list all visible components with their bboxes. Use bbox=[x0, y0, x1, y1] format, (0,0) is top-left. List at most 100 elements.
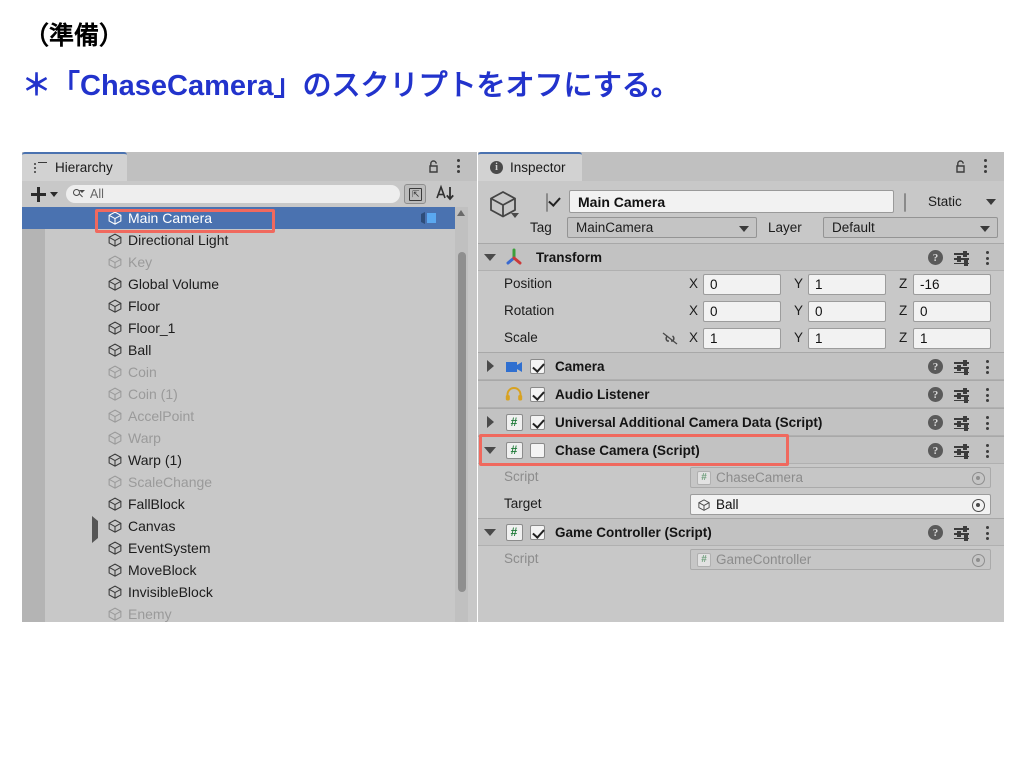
component-header-chase-camera-script[interactable]: # Chase Camera (Script)? bbox=[478, 436, 1004, 464]
hierarchy-item-directional-light[interactable]: Directional Light bbox=[22, 229, 455, 251]
hierarchy-item-invisibleblock[interactable]: InvisibleBlock bbox=[22, 581, 455, 603]
component-enable-checkbox-universal-additional-camera-data-script[interactable] bbox=[530, 414, 545, 430]
hierarchy-item-moveblock[interactable]: MoveBlock bbox=[22, 559, 455, 581]
kebab-menu-icon[interactable] bbox=[980, 387, 994, 403]
object-picker-icon[interactable] bbox=[972, 554, 985, 567]
component-enable-checkbox-game-controller-script[interactable] bbox=[530, 524, 545, 540]
component-header-transform[interactable]: Transform? bbox=[478, 243, 1004, 271]
hierarchy-item-accelpoint[interactable]: AccelPoint bbox=[22, 405, 455, 427]
help-icon[interactable]: ? bbox=[928, 359, 943, 374]
component-enable-checkbox-audio-listener[interactable] bbox=[530, 386, 545, 402]
help-icon[interactable]: ? bbox=[928, 525, 943, 540]
object-field-script[interactable]: # ChaseCamera bbox=[690, 467, 991, 488]
hierarchy-item-coin-1[interactable]: Coin (1) bbox=[22, 383, 455, 405]
hierarchy-item-global-volume[interactable]: Global Volume bbox=[22, 273, 455, 295]
kebab-menu-icon[interactable] bbox=[980, 359, 994, 375]
hierarchy-item-canvas[interactable]: Canvas bbox=[22, 515, 455, 543]
static-label: Static bbox=[928, 194, 962, 209]
gameobject-name-field[interactable]: Main Camera bbox=[569, 190, 894, 213]
static-checkbox[interactable] bbox=[904, 193, 906, 212]
tab-inspector[interactable]: i Inspector bbox=[478, 152, 582, 181]
kebab-menu-icon[interactable] bbox=[451, 159, 465, 174]
scrollbar-thumb[interactable] bbox=[457, 252, 466, 592]
chevron-down-icon[interactable] bbox=[986, 199, 996, 205]
component-header-game-controller-script[interactable]: # Game Controller (Script)? bbox=[478, 518, 1004, 546]
component-header-camera[interactable]: Camera? bbox=[478, 352, 1004, 380]
field-scale-z[interactable]: 1 bbox=[913, 328, 991, 349]
field-position-y[interactable]: 1 bbox=[808, 274, 886, 295]
create-object-button[interactable] bbox=[22, 181, 66, 207]
tag-dropdown[interactable]: MainCamera bbox=[567, 217, 757, 238]
field-position-z[interactable]: -16 bbox=[913, 274, 991, 295]
hierarchy-item-main-camera[interactable]: Main Camera bbox=[22, 207, 455, 229]
expand-arrow-icon[interactable] bbox=[478, 360, 502, 372]
help-icon[interactable]: ? bbox=[928, 387, 943, 402]
axis-label-x: X bbox=[689, 303, 699, 318]
hierarchy-item-warp[interactable]: Warp bbox=[22, 427, 455, 449]
hierarchy-item-warp-1[interactable]: Warp (1) bbox=[22, 449, 455, 471]
hierarchy-item-ball[interactable]: Ball bbox=[22, 339, 455, 361]
open-in-window-icon[interactable]: ⇱ bbox=[404, 184, 426, 204]
cube-icon bbox=[107, 386, 123, 402]
hierarchy-item-fallblock[interactable]: FallBlock bbox=[22, 493, 455, 515]
component-enable-checkbox-camera[interactable] bbox=[530, 358, 545, 374]
object-field-script[interactable]: # GameController bbox=[690, 549, 991, 570]
field-rotation-x[interactable]: 0 bbox=[703, 301, 781, 322]
scroll-up-icon[interactable] bbox=[457, 210, 465, 216]
hierarchy-item-floor-1[interactable]: Floor_1 bbox=[22, 317, 455, 339]
field-rotation-y[interactable]: 0 bbox=[808, 301, 886, 322]
kebab-menu-icon[interactable] bbox=[980, 250, 994, 266]
preset-sliders-icon[interactable] bbox=[954, 387, 969, 403]
hierarchy-item-scalechange[interactable]: ScaleChange bbox=[22, 471, 455, 493]
hierarchy-scrollbar[interactable] bbox=[455, 207, 468, 622]
help-icon[interactable]: ? bbox=[928, 250, 943, 265]
layer-dropdown[interactable]: Default bbox=[823, 217, 998, 238]
object-picker-icon[interactable] bbox=[972, 499, 985, 512]
gameobject-enabled-checkbox[interactable] bbox=[546, 193, 548, 212]
layer-label: Layer bbox=[768, 220, 802, 235]
hierarchy-item-floor[interactable]: Floor bbox=[22, 295, 455, 317]
preset-sliders-icon[interactable] bbox=[954, 359, 969, 375]
kebab-menu-icon[interactable] bbox=[980, 443, 994, 459]
lock-open-icon[interactable] bbox=[953, 159, 968, 174]
component-header-audio-listener[interactable]: Audio Listener? bbox=[478, 380, 1004, 408]
hierarchy-item-eventsystem[interactable]: EventSystem bbox=[22, 537, 455, 559]
object-field-target[interactable]: Ball bbox=[690, 494, 991, 515]
field-rotation-z[interactable]: 0 bbox=[913, 301, 991, 322]
preset-sliders-icon[interactable] bbox=[954, 443, 969, 459]
object-picker-icon[interactable] bbox=[972, 472, 985, 485]
hierarchy-item-coin[interactable]: Coin bbox=[22, 361, 455, 383]
expand-arrow-icon[interactable] bbox=[478, 416, 502, 428]
component-header-universal-additional-camera-data-script[interactable]: # Universal Additional Camera Data (Scrip… bbox=[478, 408, 1004, 436]
hierarchy-item-key[interactable]: Key bbox=[22, 251, 455, 273]
collapse-arrow-icon[interactable] bbox=[478, 253, 502, 261]
expand-arrow-icon[interactable] bbox=[92, 516, 104, 543]
cube-icon bbox=[107, 452, 123, 468]
help-icon[interactable]: ? bbox=[928, 443, 943, 458]
preset-sliders-icon[interactable] bbox=[954, 525, 969, 541]
collapse-arrow-icon[interactable] bbox=[478, 446, 502, 454]
field-scale-y[interactable]: 1 bbox=[808, 328, 886, 349]
field-position-x[interactable]: 0 bbox=[703, 274, 781, 295]
search-input[interactable]: All bbox=[66, 185, 400, 203]
kebab-menu-icon[interactable] bbox=[978, 159, 992, 174]
alphabetical-sort-icon[interactable] bbox=[432, 182, 458, 206]
preset-sliders-icon[interactable] bbox=[954, 250, 969, 266]
hierarchy-item-label: Global Volume bbox=[128, 276, 220, 292]
kebab-menu-icon[interactable] bbox=[980, 415, 994, 431]
component-enable-checkbox-chase-camera-script[interactable] bbox=[530, 442, 545, 458]
collapse-arrow-icon[interactable] bbox=[478, 528, 502, 536]
chevron-down-icon[interactable] bbox=[511, 213, 519, 218]
lock-open-icon[interactable] bbox=[426, 159, 441, 174]
hierarchy-list[interactable]: Main Camera Directional Light Key Global Vo… bbox=[22, 207, 477, 622]
preset-sliders-icon[interactable] bbox=[954, 415, 969, 431]
kebab-menu-icon[interactable] bbox=[980, 525, 994, 541]
hierarchy-item-enemy[interactable]: Enemy bbox=[22, 603, 455, 622]
help-icon[interactable]: ? bbox=[928, 415, 943, 430]
cube-icon bbox=[107, 540, 123, 556]
field-scale-x[interactable]: 1 bbox=[703, 328, 781, 349]
constrain-proportions-icon[interactable] bbox=[661, 332, 679, 345]
transform-axis-icon bbox=[505, 248, 523, 266]
tab-hierarchy[interactable]: Hierarchy bbox=[22, 152, 127, 181]
property-row-script: Script # GameController bbox=[478, 546, 1004, 573]
